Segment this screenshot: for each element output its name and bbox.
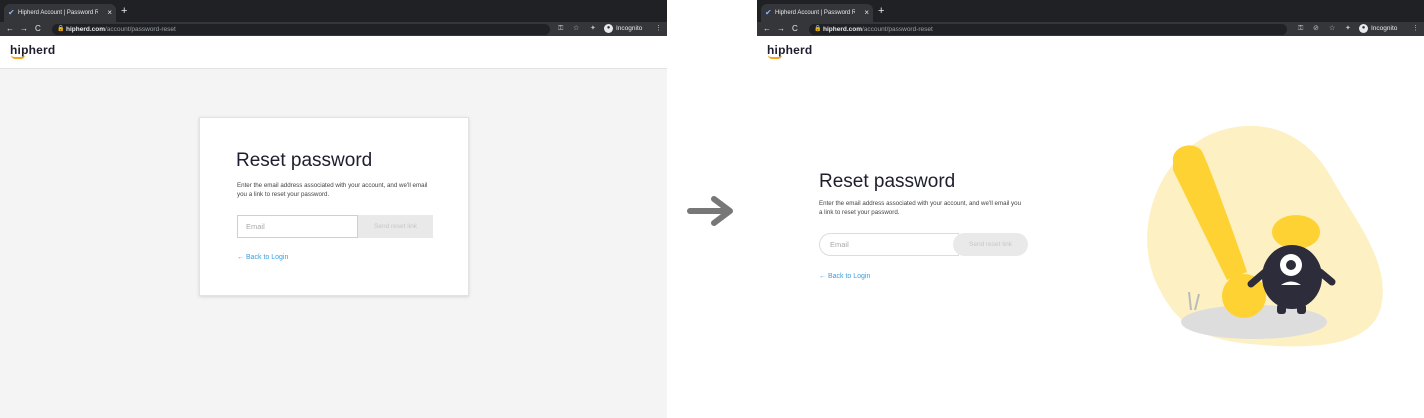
incognito-icon: ● [1359,23,1368,33]
browser-toolbar: ← → C 🔒 hipherd.com/account/password-res… [757,22,1424,36]
tab-title: Hipherd Account | Password R [18,10,98,16]
forward-icon[interactable]: → [777,22,785,36]
page-title: Reset password [236,150,373,171]
back-to-login-link[interactable]: ← Back to Login [237,254,288,261]
instructions-text: Enter the email address associated with … [819,200,1022,216]
eye-off-icon[interactable]: ⊘ [1313,22,1319,36]
send-reset-link-button[interactable]: Send reset link [953,233,1028,256]
reload-icon[interactable]: C [35,22,41,36]
incognito-indicator[interactable]: ● Incognito [604,22,642,36]
browser-tab[interactable]: ✔ Hipherd Account | Password R × [761,4,873,22]
extensions-icon[interactable]: ✦ [590,22,596,36]
key-icon[interactable]: ⚿ [558,22,563,36]
url-path: /account/password-reset [105,26,176,33]
reset-card: Reset password Enter the email address a… [199,117,469,296]
url-domain: hipherd.com [66,26,106,33]
browser-tab[interactable]: ✔ Hipherd Account | Password R × [4,4,116,22]
incognito-label: Incognito [1371,25,1398,32]
monster-leg-right [1297,304,1306,314]
right-arrow-icon [687,196,733,226]
star-icon[interactable]: ☆ [573,22,579,36]
monster-illustration [1147,125,1383,347]
url-path: /account/password-reset [862,26,933,33]
menu-icon[interactable]: ⋮ [1412,22,1419,36]
tab-close-icon[interactable]: × [107,4,112,22]
address-bar[interactable]: 🔒 hipherd.com/account/password-reset [809,24,1287,35]
back-to-login-link[interactable]: ← Back to Login [819,273,870,280]
reload-icon[interactable]: C [792,22,798,36]
star-icon[interactable]: ☆ [1329,22,1335,36]
tab-title: Hipherd Account | Password R [775,10,855,16]
lock-icon: 🔒 [814,26,822,32]
incognito-indicator[interactable]: ● Incognito [1359,22,1397,36]
logo-smile-icon [11,55,25,59]
before-screenshot: ✔ Hipherd Account | Password R × + ← → C… [0,0,667,418]
email-field[interactable]: Email [819,233,959,256]
monster-hat [1272,215,1320,249]
instructions-text: Enter the email address associated with … [237,182,428,198]
browser-tab-bar: ✔ Hipherd Account | Password R × + [757,0,1424,22]
favicon-icon: ✔ [8,8,15,17]
send-reset-link-button[interactable]: Send reset link [358,215,433,238]
tab-close-icon[interactable]: × [864,4,869,22]
forward-icon[interactable]: → [20,22,28,36]
browser-tab-bar: ✔ Hipherd Account | Password R × + [0,0,667,22]
logo-smile-icon [768,55,782,59]
favicon-icon: ✔ [765,8,772,17]
url-domain: hipherd.com [823,26,863,33]
back-icon[interactable]: ← [763,22,771,36]
new-tab-button[interactable]: + [121,4,127,18]
hipherd-logo[interactable]: hipherd [767,43,812,59]
browser-toolbar: ← → C 🔒 hipherd.com/account/password-res… [0,22,667,36]
address-bar[interactable]: 🔒 hipherd.com/account/password-reset [52,24,550,35]
monster-leg-left [1277,304,1286,314]
back-icon[interactable]: ← [6,22,14,36]
incognito-icon: ● [604,23,613,33]
monster-pupil [1286,260,1296,270]
email-field[interactable]: Email [237,215,358,238]
new-tab-button[interactable]: + [878,4,884,18]
extensions-icon[interactable]: ✦ [1345,22,1351,36]
menu-icon[interactable]: ⋮ [655,22,662,36]
page-title: Reset password [819,171,956,192]
lock-icon: 🔒 [57,26,65,32]
hipherd-logo[interactable]: hipherd [10,43,55,59]
key-icon[interactable]: ⚿ [1298,22,1303,36]
incognito-label: Incognito [616,25,643,32]
